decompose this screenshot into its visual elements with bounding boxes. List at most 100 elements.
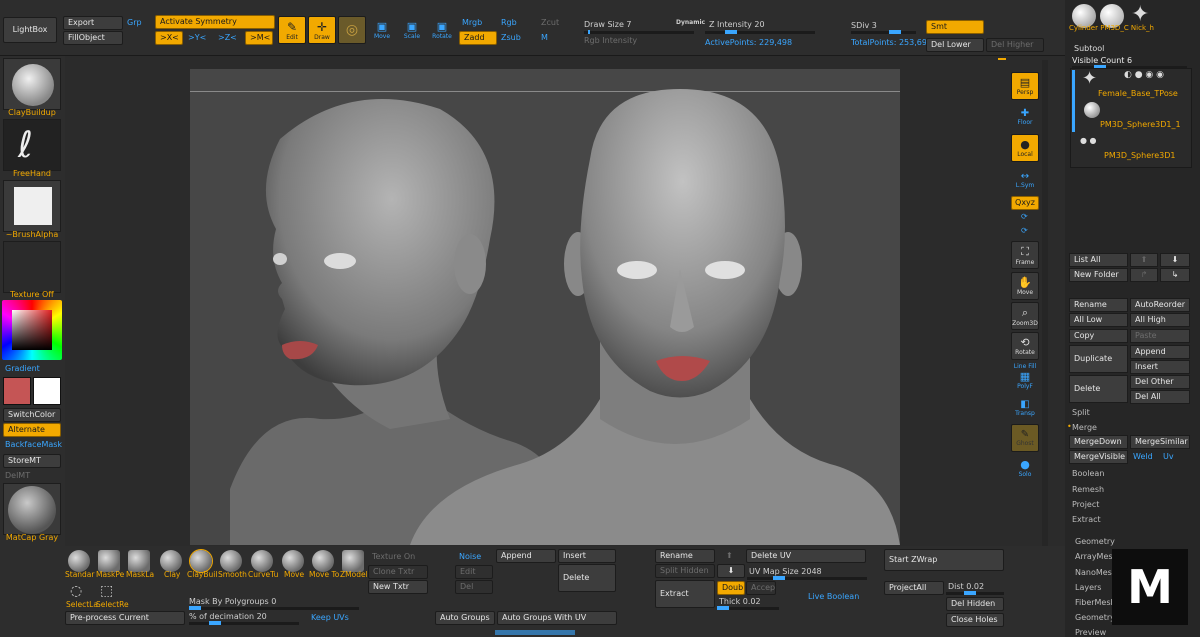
down-arrow-button[interactable]: ⬇ xyxy=(717,564,745,578)
export-button[interactable]: Export xyxy=(63,16,123,30)
fillobject-button[interactable]: FillObject xyxy=(63,31,123,45)
subtool-scroll-indicator[interactable] xyxy=(1072,70,1075,132)
mergesimilar-button[interactable]: MergeSimilar xyxy=(1130,435,1190,449)
brush-zmodeler-icon[interactable] xyxy=(342,550,364,572)
zcut-toggle[interactable]: Zcut xyxy=(541,18,559,27)
mask-by-polygroups-slider[interactable] xyxy=(189,606,359,610)
preprocess-current-button[interactable]: Pre-process Current xyxy=(65,611,185,625)
subtool-title[interactable]: Subtool xyxy=(1074,44,1104,53)
sym-z-button[interactable]: >Z< xyxy=(218,33,237,42)
color-square[interactable] xyxy=(12,310,52,350)
split-section[interactable]: Split xyxy=(1072,408,1090,417)
del-noise-button[interactable]: Del xyxy=(455,580,493,594)
delete-bottom-button[interactable]: Delete xyxy=(558,564,616,592)
delete-uv-button[interactable]: Delete UV xyxy=(746,549,866,563)
sym-y-button[interactable]: >Y< xyxy=(188,33,206,42)
keep-uvs-toggle[interactable]: Keep UVs xyxy=(311,613,349,622)
del-all-button[interactable]: Del All xyxy=(1130,390,1190,404)
m-toggle[interactable]: M xyxy=(541,33,548,42)
thick-slider[interactable] xyxy=(717,606,779,610)
arrow-right-down-button[interactable]: ↳ xyxy=(1160,268,1190,282)
lsym-button[interactable]: ↔ L.Sym xyxy=(1011,166,1039,194)
remesh-section[interactable]: Remesh xyxy=(1072,485,1104,494)
split-hidden-button[interactable]: Split Hidden xyxy=(655,564,715,578)
stroke-thumbnail[interactable]: ℓ xyxy=(3,119,61,171)
del-lower-button[interactable]: Del Lower xyxy=(926,38,984,52)
scale-mode-button[interactable]: ▣ Scale xyxy=(398,16,426,44)
solo-button[interactable]: ● Solo xyxy=(1011,454,1039,482)
smt-button[interactable]: Smt xyxy=(926,20,984,34)
draw-size-slider[interactable] xyxy=(584,30,694,34)
z-intensity-slider[interactable] xyxy=(705,30,815,34)
all-low-button[interactable]: All Low xyxy=(1069,313,1128,327)
weld-toggle[interactable]: Weld xyxy=(1133,452,1153,461)
insert-bottom-button[interactable]: Insert xyxy=(558,549,616,563)
autoreorder-button[interactable]: AutoReorder xyxy=(1130,298,1190,312)
activate-symmetry-button[interactable]: Activate Symmetry xyxy=(155,15,275,29)
brush-standard-icon[interactable] xyxy=(68,550,90,572)
texture-on-button[interactable]: Texture On xyxy=(372,552,415,561)
subtool-item-female-base[interactable]: Female_Base_TPose xyxy=(1098,89,1178,98)
del-other-button[interactable]: Del Other xyxy=(1130,375,1190,389)
delmt-button[interactable]: DelMT xyxy=(5,471,30,480)
boolean-section[interactable]: Boolean xyxy=(1072,469,1104,478)
accept-button[interactable]: Accept xyxy=(746,581,776,595)
texture-thumbnail[interactable] xyxy=(3,241,61,293)
local-button[interactable]: ● Local xyxy=(1011,134,1039,162)
list-all-button[interactable]: List All xyxy=(1069,253,1128,267)
insert-subtool-button[interactable]: Insert xyxy=(1130,360,1190,374)
alternate-button[interactable]: Alternate xyxy=(3,423,61,437)
sym-m-button[interactable]: >M< xyxy=(245,31,273,45)
arrow-right-up-button[interactable]: ↱ xyxy=(1130,268,1158,282)
duplicate-button[interactable]: Duplicate xyxy=(1069,345,1128,373)
transp-button[interactable]: ◧ Transp xyxy=(1011,394,1039,422)
new-txtr-button[interactable]: New Txtr xyxy=(368,580,428,594)
uv-toggle[interactable]: Uv xyxy=(1163,452,1174,461)
brush-clay-icon[interactable] xyxy=(160,550,182,572)
rename-bottom-button[interactable]: Rename xyxy=(655,549,715,563)
extract-bottom-button[interactable]: Extract xyxy=(655,580,715,608)
document-canvas[interactable] xyxy=(190,69,900,545)
append-bottom-button[interactable]: Append xyxy=(496,549,556,563)
main-color-swatch[interactable] xyxy=(3,377,31,405)
decimation-slider[interactable] xyxy=(189,621,299,625)
clone-txtr-button[interactable]: Clone Txtr xyxy=(368,565,428,579)
double-button[interactable]: Double xyxy=(717,581,745,595)
append-subtool-button[interactable]: Append xyxy=(1130,345,1190,359)
extract-section[interactable]: Extract xyxy=(1072,515,1101,524)
brush-moveto-icon[interactable] xyxy=(312,550,334,572)
uv-map-size-slider[interactable] xyxy=(747,576,867,580)
auto-groups-button[interactable]: Auto Groups xyxy=(435,611,495,625)
all-high-button[interactable]: All High xyxy=(1130,313,1190,327)
bottom-tray-handle[interactable] xyxy=(495,630,575,635)
grp-toggle[interactable]: Grp xyxy=(127,18,142,27)
layers-section[interactable]: Layers xyxy=(1075,583,1101,592)
persp-button[interactable]: ▤ Persp xyxy=(1011,72,1039,100)
brush-thumbnail[interactable] xyxy=(3,58,61,110)
rect-select-icon[interactable]: ⬚ xyxy=(100,583,113,599)
preview-section[interactable]: Preview xyxy=(1075,628,1106,637)
subtool-visibility-icons[interactable]: ◐ ● ◉ ◉ xyxy=(1124,70,1164,80)
gizmo-button[interactable]: ◎ xyxy=(338,16,366,44)
floor-button[interactable]: ✚ Floor xyxy=(1011,103,1039,131)
new-folder-button[interactable]: New Folder xyxy=(1069,268,1128,282)
brush-maskpen-icon[interactable] xyxy=(98,550,120,572)
live-boolean-toggle[interactable]: Live Boolean xyxy=(808,592,859,601)
brush-claybuildup-icon[interactable] xyxy=(190,550,212,572)
brush-smooth-icon[interactable] xyxy=(220,550,242,572)
dist-slider[interactable] xyxy=(946,591,1004,595)
y-axis-toggle[interactable]: ⟳ xyxy=(1021,212,1028,221)
fibermesh-section[interactable]: FiberMesh xyxy=(1075,598,1116,607)
move-up-button[interactable]: ⬆ xyxy=(1130,253,1158,267)
nanomesh-section[interactable]: NanoMesh xyxy=(1075,568,1117,577)
mergevisible-button[interactable]: MergeVisible xyxy=(1069,450,1128,464)
zsub-toggle[interactable]: Zsub xyxy=(501,33,521,42)
rotate-view-button[interactable]: ⟲ Rotate xyxy=(1011,332,1039,360)
move-mode-button[interactable]: ▣ Move xyxy=(368,16,396,44)
color-picker[interactable] xyxy=(2,300,62,360)
merge-section[interactable]: Merge xyxy=(1072,423,1097,432)
backfacemask-toggle[interactable]: BackfaceMask xyxy=(5,440,62,449)
edit-mode-button[interactable]: ✎ Edit xyxy=(278,16,306,44)
material-thumbnail[interactable] xyxy=(3,483,61,535)
projectall-button[interactable]: ProjectAll xyxy=(884,581,944,595)
